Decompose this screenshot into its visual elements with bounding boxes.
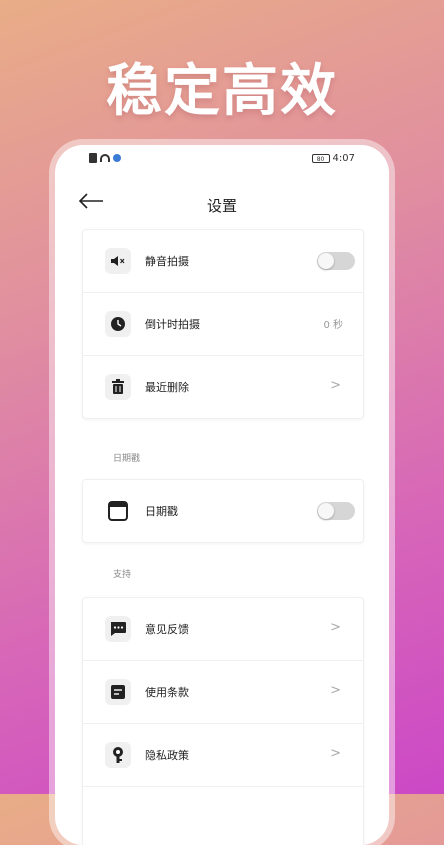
hero-title: 稳定高效 <box>106 59 338 124</box>
settings-card-date-stamp: 日期戳 <box>82 479 364 543</box>
clock-icon <box>105 311 131 337</box>
settings-card-general: 静音拍摄 倒计时拍摄 0 秒 最近删除 > <box>82 229 364 419</box>
row-label: 隐私政策 <box>145 749 189 762</box>
toggle-knob <box>318 253 334 269</box>
date-stamp-toggle[interactable] <box>317 502 355 520</box>
chevron-right-icon: > <box>330 620 341 635</box>
section-header-support: 支持 <box>113 570 132 580</box>
row-recently-deleted[interactable]: 最近删除 > <box>83 356 363 418</box>
battery-icon: 80 <box>311 154 330 163</box>
status-bar: 80 4:07 <box>55 153 389 169</box>
wifi-icon <box>100 154 110 162</box>
row-label: 最近删除 <box>145 381 189 394</box>
page-title: 设置 <box>206 197 237 215</box>
section-header-date-stamp: 日期戳 <box>113 454 141 464</box>
countdown-value: 0 秒 <box>323 320 343 331</box>
chevron-right-icon: > <box>330 378 341 393</box>
nav-bar: 设置 <box>55 185 389 221</box>
chevron-right-icon: > <box>330 683 341 698</box>
status-time: 4:07 <box>332 153 355 164</box>
row-label: 倒计时拍摄 <box>145 318 200 331</box>
row-terms-of-use[interactable]: 使用条款 > <box>83 661 363 724</box>
row-label: 日期戳 <box>145 505 178 518</box>
settings-card-support: 意见反馈 > 使用条款 > 隐私政策 > <box>82 597 364 845</box>
calendar-icon <box>105 498 131 524</box>
row-countdown-shooting[interactable]: 倒计时拍摄 0 秒 <box>83 293 363 356</box>
chevron-right-icon: > <box>330 746 341 761</box>
notification-dot-icon <box>113 154 121 162</box>
mute-speaker-icon <box>105 248 131 274</box>
row-label: 静音拍摄 <box>145 255 189 268</box>
row-privacy-policy[interactable]: 隐私政策 > <box>83 724 363 787</box>
row-date-stamp[interactable]: 日期戳 <box>83 480 363 542</box>
row-label: 使用条款 <box>145 686 189 699</box>
row-partial <box>83 787 363 845</box>
silent-shooting-toggle[interactable] <box>317 252 355 270</box>
row-feedback[interactable]: 意见反馈 > <box>83 598 363 661</box>
keyhole-icon <box>105 742 131 768</box>
row-silent-shooting[interactable]: 静音拍摄 <box>83 230 363 293</box>
chat-bubble-icon <box>105 616 131 642</box>
phone-frame: 80 4:07 设置 静音拍摄 倒计时拍摄 0 秒 最近删除 > 日期戳 日期戳… <box>55 145 389 845</box>
toggle-knob <box>318 503 334 519</box>
document-icon <box>105 679 131 705</box>
trash-icon <box>105 374 131 400</box>
row-label: 意见反馈 <box>145 623 189 636</box>
sim-card-icon <box>89 153 97 163</box>
